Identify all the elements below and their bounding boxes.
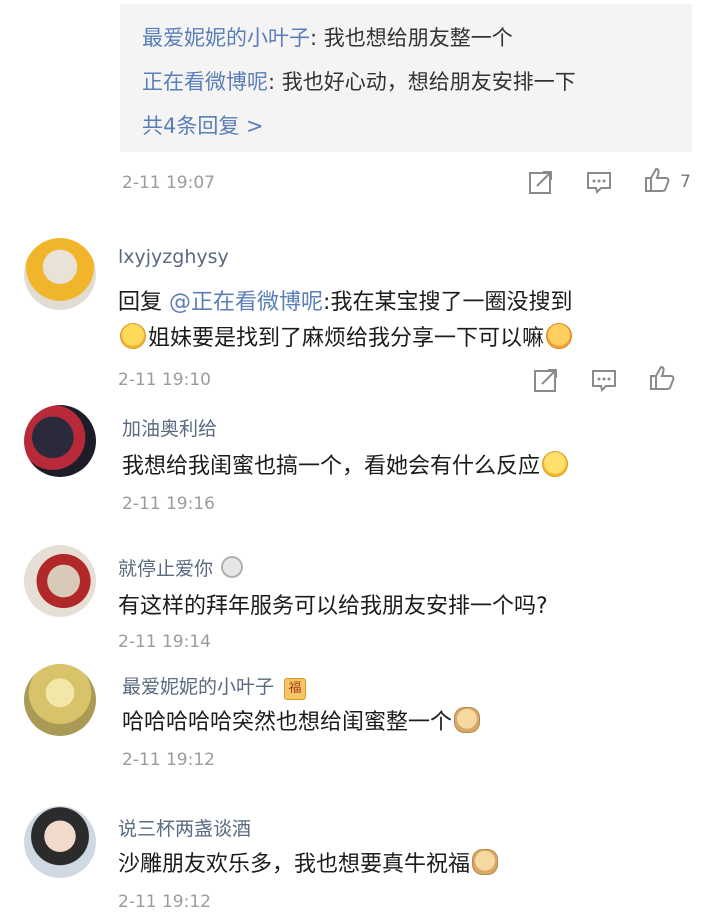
cry-laugh-emoji-icon xyxy=(120,323,146,349)
comment-time: 2-11 19:14 xyxy=(118,632,211,652)
comment-author[interactable]: 说三杯两盏谈酒 xyxy=(118,814,251,841)
comment-time: 2-11 19:12 xyxy=(118,892,211,912)
reply-preview-line: 最爱妮妮的小叶子: 我也想给朋友整一个 xyxy=(142,26,513,50)
reply-preview-box[interactable]: 最爱妮妮的小叶子: 我也想给朋友整一个 正在看微博呢: 我也好心动，想给朋友安排… xyxy=(120,4,692,152)
like-icon[interactable] xyxy=(643,166,671,194)
like-count: 7 xyxy=(680,172,691,192)
comment-text: 沙雕朋友欢乐多，我也想要真牛祝福 xyxy=(118,846,500,878)
comment-time: 2-11 19:16 xyxy=(122,494,215,514)
doge-emoji-icon xyxy=(472,849,499,875)
share-icon[interactable] xyxy=(527,168,555,196)
reply-preview-line: 正在看微博呢: 我也好心动，想给朋友安排一下 xyxy=(142,70,576,94)
comment-text: 回复 @正在看微博呢:我在某宝搜了一圈没搜到 xyxy=(118,290,573,315)
like-icon[interactable] xyxy=(648,364,676,392)
more-replies-link[interactable]: 共4条回复 > xyxy=(142,110,264,140)
comment-author[interactable]: 加油奥利给 xyxy=(122,414,217,441)
doge-emoji-icon xyxy=(454,707,481,733)
reply-author[interactable]: 最爱妮妮的小叶子 xyxy=(142,26,310,50)
comment-text: 有这样的拜年服务可以给我朋友安排一个吗? xyxy=(118,594,548,619)
comment-time: 2-11 19:10 xyxy=(118,370,211,390)
reply-text: 我也好心动，想给朋友安排一下 xyxy=(281,70,576,94)
share-icon[interactable] xyxy=(532,366,560,394)
comment-icon[interactable] xyxy=(585,168,613,196)
avatar[interactable] xyxy=(24,664,96,736)
comment-author: 就停止爱你 xyxy=(118,554,244,581)
avatar[interactable] xyxy=(24,238,96,310)
avatar[interactable] xyxy=(24,806,96,878)
avatar[interactable] xyxy=(24,545,96,617)
comment-author: 最爱妮妮的小叶子福 xyxy=(122,672,307,700)
reply-text: 我也想给朋友整一个 xyxy=(323,26,513,50)
comment-text: 姐妹要是找到了麻烦给我分享一下可以嘛 xyxy=(118,320,574,352)
laugh-emoji-icon xyxy=(542,451,569,477)
fu-badge-icon: 福 xyxy=(284,678,307,700)
comment-text: 哈哈哈哈哈突然也想给闺蜜整一个 xyxy=(122,704,482,736)
comment-time: 2-11 19:07 xyxy=(122,173,215,193)
comment-author[interactable]: lxyjyzghysy xyxy=(118,246,229,268)
comment-text: 我想给我闺蜜也搞一个，看她会有什么反应 xyxy=(122,448,570,480)
reply-author[interactable]: 正在看微博呢 xyxy=(142,70,268,94)
comment-time: 2-11 19:12 xyxy=(122,750,215,770)
mention-link[interactable]: @正在看微博呢 xyxy=(169,290,323,315)
comment-icon[interactable] xyxy=(590,366,618,394)
avatar[interactable] xyxy=(24,405,96,477)
shy-emoji-icon xyxy=(546,323,573,349)
medal-badge-icon xyxy=(221,556,244,578)
